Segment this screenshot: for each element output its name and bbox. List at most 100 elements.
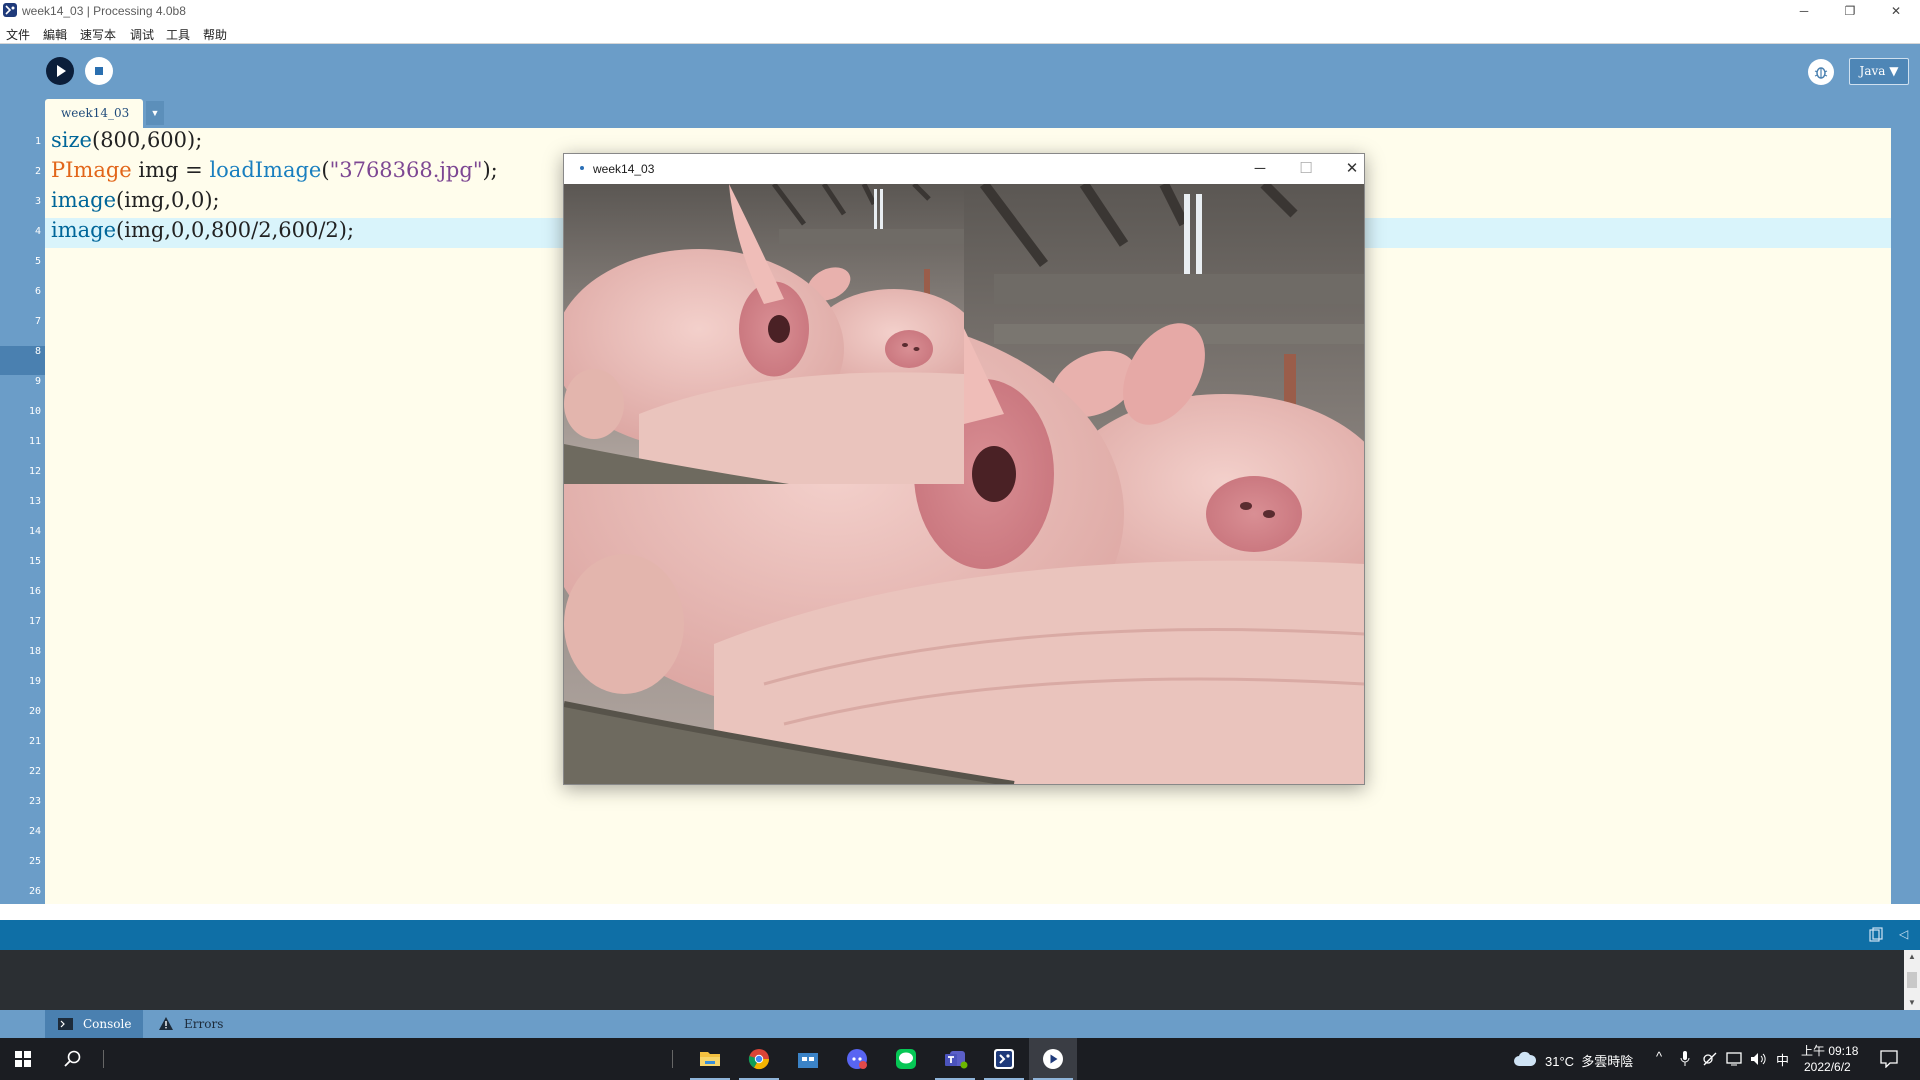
tab-errors[interactable]: Errors xyxy=(150,1010,250,1038)
sketch-canvas[interactable] xyxy=(564,184,1364,784)
line-number: 8 xyxy=(34,346,41,357)
play-icon xyxy=(57,65,66,77)
window-title-bar: week14_03 | Processing 4.0b8 ─ ❐ ✕ xyxy=(0,0,1920,22)
store-icon[interactable] xyxy=(784,1038,832,1080)
line-number: 2 xyxy=(34,166,41,177)
editor-right-margin xyxy=(1891,128,1920,904)
processing-app-icon xyxy=(3,3,17,17)
ime-indicator[interactable]: 中 xyxy=(1776,1050,1789,1069)
scroll-down-icon[interactable]: ▼ xyxy=(1908,998,1916,1007)
toolbar: Java ▼ xyxy=(0,44,1920,128)
network-icon[interactable] xyxy=(1726,1051,1744,1067)
debug-button[interactable] xyxy=(1808,59,1834,85)
line-number: 13 xyxy=(28,496,41,507)
console-scrollbar[interactable]: ▲ ▼ xyxy=(1904,950,1920,1010)
scroll-up-icon[interactable]: ▲ xyxy=(1908,952,1916,961)
stop-button[interactable] xyxy=(85,57,113,85)
notification-icon[interactable] xyxy=(1880,1050,1898,1068)
chrome-icon[interactable] xyxy=(735,1038,783,1080)
line-number: 23 xyxy=(28,796,41,807)
status-bar: ◁ xyxy=(0,920,1920,950)
code-line-3: image(img,0,0); xyxy=(51,188,220,212)
code-line-4: image(img,0,0,800/2,600/2); xyxy=(51,218,355,242)
menu-debug[interactable]: 调试 xyxy=(130,26,154,43)
line-number: 12 xyxy=(28,466,41,477)
teams-icon[interactable] xyxy=(931,1038,979,1080)
tab-label: week14_03 xyxy=(61,106,130,120)
windows-taskbar: 31°C 多雲時陰 ^ 中 上午 09:18 2022/6/2 xyxy=(0,1038,1920,1080)
line-number: 24 xyxy=(28,826,41,837)
pig-photo-half xyxy=(564,184,964,484)
weather-cloud-icon[interactable] xyxy=(1514,1051,1536,1067)
code-token: image xyxy=(51,188,117,212)
line-number-gutter: 1 2 3 4 5 6 7 8 9 10 11 12 13 14 15 16 17 18 19 20 21 22 23 24 2… xyxy=(0,128,45,904)
tab-menu-button[interactable]: ▼ xyxy=(146,101,164,125)
line-number: 5 xyxy=(34,256,41,267)
sketch-close-icon[interactable]: ✕ xyxy=(1332,158,1372,180)
line-number: 18 xyxy=(28,646,41,657)
sketch-maximize-icon: ☐ xyxy=(1299,160,1313,177)
menu-edit[interactable]: 編輯 xyxy=(43,26,67,43)
code-token: "3768368.jpg" xyxy=(329,158,483,182)
menu-sketch[interactable]: 速写本 xyxy=(80,26,116,43)
microphone-icon[interactable] xyxy=(1680,1050,1690,1067)
code-token: size xyxy=(51,128,92,152)
errors-tab-label: Errors xyxy=(184,1017,224,1031)
windows-start-icon[interactable] xyxy=(15,1051,31,1067)
restore-icon[interactable]: ❐ xyxy=(1827,0,1873,22)
menu-tools[interactable]: 工具 xyxy=(166,26,190,43)
line-icon[interactable] xyxy=(882,1038,930,1080)
processing-icon[interactable] xyxy=(980,1038,1028,1080)
collapse-console-icon[interactable]: ◁ xyxy=(1899,927,1908,941)
console-icon xyxy=(58,1018,73,1030)
copy-icon[interactable] xyxy=(1869,927,1883,943)
run-button[interactable] xyxy=(46,57,74,85)
minimize-icon[interactable]: ─ xyxy=(1781,0,1827,22)
code-token: image xyxy=(51,218,117,242)
stop-icon xyxy=(95,67,103,75)
line-number: 22 xyxy=(28,766,41,777)
volume-icon[interactable] xyxy=(1750,1051,1768,1067)
warning-icon xyxy=(159,1017,173,1030)
line-number: 10 xyxy=(28,406,41,417)
sketch-window[interactable]: week14_03 ─ ☐ ✕ xyxy=(563,153,1365,785)
clock-date[interactable]: 2022/6/2 xyxy=(1804,1060,1851,1074)
line-number: 20 xyxy=(28,706,41,717)
chevron-up-icon[interactable]: ^ xyxy=(1656,1049,1662,1064)
console-output[interactable] xyxy=(0,950,1904,1010)
console-tabs: Console Errors xyxy=(0,1010,1920,1038)
discord-icon[interactable] xyxy=(833,1038,881,1080)
line-number: 17 xyxy=(28,616,41,627)
code-line-2: PImage img = loadImage("3768368.jpg"); xyxy=(51,158,498,182)
line-number: 21 xyxy=(28,736,41,747)
menu-help[interactable]: 帮助 xyxy=(203,26,227,43)
line-number: 11 xyxy=(28,436,41,447)
weather-text[interactable]: 31°C 多雲時陰 xyxy=(1545,1051,1633,1070)
line-number: 4 xyxy=(34,226,41,237)
sketch-title: week14_03 xyxy=(593,162,655,176)
line-number: 19 xyxy=(28,676,41,687)
bug-icon xyxy=(1814,67,1828,79)
tab-console[interactable]: Console xyxy=(45,1010,143,1038)
scrollbar-thumb[interactable] xyxy=(1907,972,1917,988)
close-icon[interactable]: ✕ xyxy=(1873,0,1919,22)
file-explorer-icon[interactable] xyxy=(686,1038,734,1080)
line-number: 3 xyxy=(34,196,41,207)
line-number: 1 xyxy=(34,136,41,147)
taskbar-divider xyxy=(672,1050,673,1068)
code-line-1: size(800,600); xyxy=(51,128,203,152)
tab-week14-03[interactable]: week14_03 xyxy=(45,99,143,128)
line-number: 7 xyxy=(34,316,41,327)
clock-time[interactable]: 上午 09:18 xyxy=(1801,1042,1858,1059)
sketch-title-bar: week14_03 ─ ☐ ✕ xyxy=(564,154,1364,184)
processing-sketch-icon xyxy=(580,166,584,170)
taskbar-divider xyxy=(103,1050,104,1068)
search-icon[interactable] xyxy=(64,1050,82,1068)
mode-selector[interactable]: Java ▼ xyxy=(1849,58,1909,85)
menu-file[interactable]: 文件 xyxy=(6,26,30,43)
location-icon[interactable] xyxy=(1702,1051,1718,1067)
processing-sketch-icon[interactable] xyxy=(1029,1038,1077,1080)
code-token: PImage xyxy=(51,158,132,182)
line-number: 6 xyxy=(34,286,41,297)
sketch-minimize-icon[interactable]: ─ xyxy=(1240,158,1280,180)
